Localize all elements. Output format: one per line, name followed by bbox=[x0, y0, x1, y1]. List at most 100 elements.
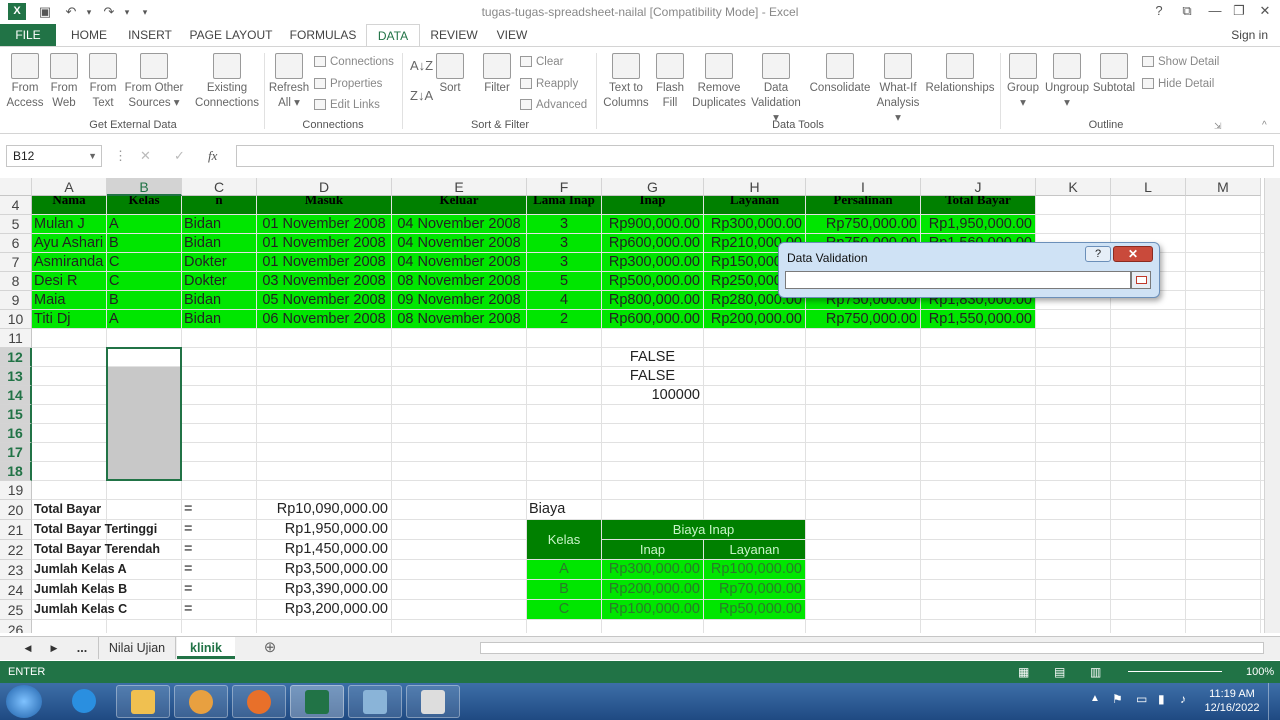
summary-equals[interactable]: = bbox=[182, 600, 256, 619]
table-cell[interactable]: Ayu Ashari bbox=[32, 234, 106, 252]
row-header[interactable]: 10 bbox=[0, 310, 32, 329]
table-header-cell[interactable]: Masuk bbox=[257, 196, 391, 214]
table-cell[interactable]: Rp300,000.00 bbox=[602, 253, 703, 271]
table-cell[interactable]: Mulan J bbox=[32, 215, 106, 233]
from-web-button[interactable]: From Web bbox=[46, 53, 82, 111]
column-header[interactable]: F bbox=[527, 178, 602, 196]
clear-button[interactable]: Clear bbox=[520, 55, 563, 69]
row-header[interactable]: 11 bbox=[0, 329, 32, 348]
summary-value[interactable]: Rp3,200,000.00 bbox=[257, 600, 391, 619]
tab-review[interactable]: REVIEW bbox=[426, 24, 482, 46]
page-break-view-icon[interactable]: ▥ bbox=[1090, 661, 1101, 683]
new-sheet-icon[interactable]: ⊕ bbox=[258, 637, 282, 659]
table-cell[interactable]: 5 bbox=[527, 272, 601, 290]
table-cell[interactable]: 01 November 2008 bbox=[257, 234, 391, 252]
consolidate-button[interactable]: Consolidate bbox=[808, 53, 872, 96]
sign-in-link[interactable]: Sign in bbox=[1231, 28, 1268, 42]
restore-icon[interactable]: ❐ bbox=[1228, 2, 1250, 20]
row-header[interactable]: 9 bbox=[0, 291, 32, 310]
column-header[interactable]: B bbox=[107, 178, 182, 196]
summary-value[interactable]: Rp3,390,000.00 bbox=[257, 580, 391, 599]
row-header[interactable]: 12 bbox=[0, 348, 32, 367]
table-cell[interactable]: 08 November 2008 bbox=[392, 310, 526, 328]
row-header[interactable]: 17 bbox=[0, 443, 32, 462]
summary-equals[interactable]: = bbox=[182, 580, 256, 599]
row-header[interactable]: 21 bbox=[0, 520, 32, 540]
expand-dialog-button[interactable] bbox=[1131, 271, 1151, 289]
reapply-button[interactable]: Reapply bbox=[520, 77, 578, 91]
table-cell[interactable]: 03 November 2008 bbox=[257, 272, 391, 290]
show-desktop-button[interactable] bbox=[1268, 683, 1280, 720]
summary-equals[interactable]: = bbox=[182, 540, 256, 559]
biaya-inap-cell[interactable]: Rp300,000.00 bbox=[602, 560, 703, 579]
row-header[interactable]: 20 bbox=[0, 500, 32, 520]
row-header[interactable]: 19 bbox=[0, 481, 32, 500]
tab-data[interactable]: DATA bbox=[366, 24, 420, 46]
taskbar-ie[interactable] bbox=[58, 685, 112, 718]
table-cell[interactable]: 08 November 2008 bbox=[392, 272, 526, 290]
table-header-cell[interactable]: Persalinan bbox=[806, 196, 920, 214]
table-cell[interactable]: 01 November 2008 bbox=[257, 253, 391, 271]
table-header-cell[interactable]: n bbox=[182, 196, 256, 214]
column-header[interactable]: M bbox=[1186, 178, 1261, 196]
biaya-title[interactable]: Biaya bbox=[527, 500, 601, 519]
table-cell[interactable]: Bidan bbox=[182, 291, 256, 309]
column-header[interactable]: J bbox=[921, 178, 1036, 196]
biaya-inap-cell[interactable]: Rp200,000.00 bbox=[602, 580, 703, 599]
row-header[interactable]: 16 bbox=[0, 424, 32, 443]
cell-g12[interactable]: FALSE bbox=[602, 348, 703, 366]
tab-file[interactable]: FILE bbox=[0, 24, 56, 46]
show-detail-button[interactable]: Show Detail bbox=[1142, 55, 1219, 69]
table-cell[interactable]: 3 bbox=[527, 253, 601, 271]
table-header-cell[interactable]: Keluar bbox=[392, 196, 526, 214]
cell-g14[interactable]: 100000 bbox=[602, 386, 703, 404]
table-header-cell[interactable]: Lama Inap bbox=[527, 196, 601, 214]
biaya-inap-header[interactable]: Biaya Inap bbox=[602, 520, 805, 539]
table-cell[interactable]: 2 bbox=[527, 310, 601, 328]
horizontal-scrollbar[interactable] bbox=[480, 642, 1264, 654]
biaya-kelas-header[interactable]: Kelas bbox=[527, 520, 601, 559]
summary-label[interactable]: Jumlah Kelas B bbox=[32, 580, 181, 599]
biaya-layanan-subheader[interactable]: Layanan bbox=[704, 540, 805, 559]
row-header[interactable]: 8 bbox=[0, 272, 32, 291]
table-cell[interactable]: Rp200,000.00 bbox=[704, 310, 805, 328]
table-cell[interactable]: 05 November 2008 bbox=[257, 291, 391, 309]
group-button[interactable]: Group ▾ bbox=[1004, 53, 1042, 111]
table-header-cell[interactable]: Kelas bbox=[107, 196, 181, 214]
table-cell[interactable]: 04 November 2008 bbox=[392, 253, 526, 271]
summary-label[interactable]: Total Bayar Terendah bbox=[32, 540, 181, 559]
table-cell[interactable]: Rp900,000.00 bbox=[602, 215, 703, 233]
vertical-scrollbar[interactable] bbox=[1264, 178, 1280, 633]
ungroup-button[interactable]: Ungroup ▾ bbox=[1044, 53, 1090, 111]
biaya-kelas-cell[interactable]: C bbox=[527, 600, 601, 619]
row-header[interactable]: 4 bbox=[0, 196, 32, 215]
sort-z-a-icon[interactable]: Z↓A bbox=[410, 89, 433, 103]
properties-button[interactable]: Properties bbox=[314, 77, 382, 91]
table-cell[interactable]: A bbox=[107, 215, 181, 233]
biaya-inap-subheader[interactable]: Inap bbox=[602, 540, 703, 559]
table-cell[interactable]: C bbox=[107, 253, 181, 271]
table-cell[interactable]: Rp600,000.00 bbox=[602, 310, 703, 328]
table-cell[interactable]: Rp800,000.00 bbox=[602, 291, 703, 309]
sheet-tab-nilai-ujian[interactable]: Nilai Ujian bbox=[98, 637, 176, 659]
dialog-launcher-icon[interactable]: ⇲ bbox=[1214, 119, 1222, 133]
row-header[interactable]: 15 bbox=[0, 405, 32, 424]
biaya-layanan-cell[interactable]: Rp50,000.00 bbox=[704, 600, 805, 619]
row-header[interactable]: 14 bbox=[0, 386, 32, 405]
tab-view[interactable]: VIEW bbox=[490, 24, 534, 46]
insert-function-icon[interactable]: fx bbox=[208, 148, 217, 164]
column-header[interactable]: D bbox=[257, 178, 392, 196]
prev-sheet-icon[interactable]: ◀ bbox=[18, 637, 38, 659]
table-cell[interactable]: Dokter bbox=[182, 272, 256, 290]
zoom-level[interactable]: 100% bbox=[1246, 661, 1274, 683]
column-header[interactable]: I bbox=[806, 178, 921, 196]
biaya-layanan-cell[interactable]: Rp70,000.00 bbox=[704, 580, 805, 599]
relationships-button[interactable]: Relationships bbox=[924, 53, 996, 96]
table-cell[interactable]: Titi Dj bbox=[32, 310, 106, 328]
table-cell[interactable]: Rp750,000.00 bbox=[806, 215, 920, 233]
table-cell[interactable]: Rp1,550,000.00 bbox=[921, 310, 1035, 328]
row-header[interactable]: 22 bbox=[0, 540, 32, 560]
table-cell[interactable]: 3 bbox=[527, 215, 601, 233]
row-header[interactable]: 26 bbox=[0, 620, 32, 633]
select-all-corner[interactable] bbox=[0, 178, 32, 196]
